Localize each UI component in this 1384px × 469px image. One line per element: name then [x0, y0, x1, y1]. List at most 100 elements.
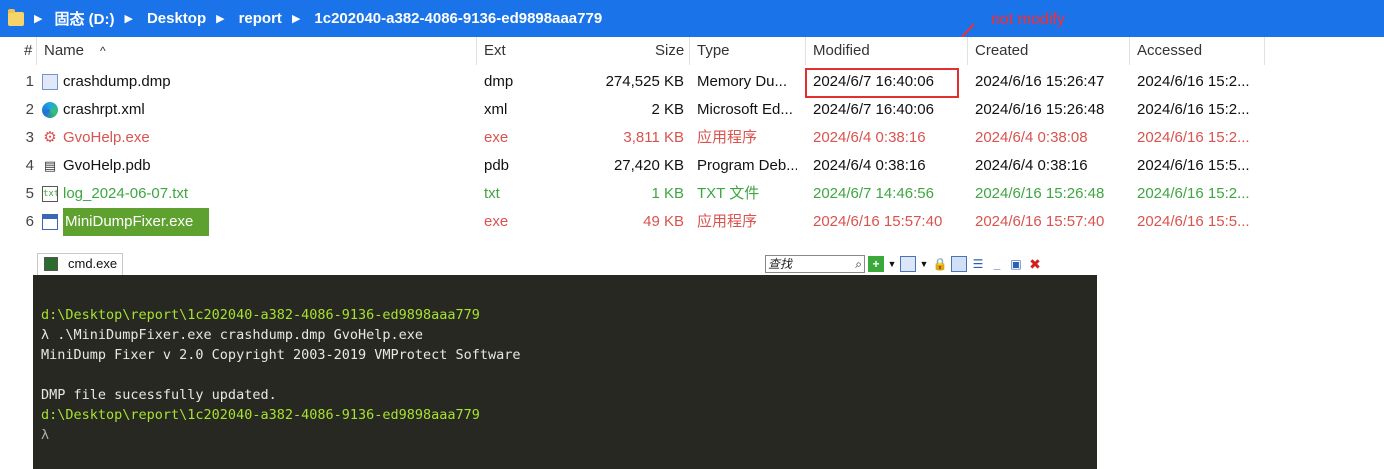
terminal-tab-label: cmd.exe: [68, 256, 118, 271]
column-accessed[interactable]: Accessed: [1137, 37, 1202, 65]
file-modified: 2024/6/4 0:38:16: [813, 129, 926, 146]
chevron-down-icon[interactable]: ▼: [887, 256, 897, 272]
column-name[interactable]: Name: [44, 37, 84, 65]
file-created: 2024/6/16 15:57:40: [975, 213, 1105, 230]
minimize-button[interactable]: _: [989, 256, 1005, 272]
file-name[interactable]: GvoHelp.exe: [63, 124, 473, 152]
file-type: TXT 文件: [697, 185, 760, 202]
column-num[interactable]: #: [24, 37, 32, 65]
file-created: 2024/6/4 0:38:08: [975, 129, 1088, 146]
maximize-button[interactable]: ▣: [1008, 256, 1024, 272]
console-icon: [44, 257, 58, 271]
chevron-right-icon[interactable]: ▶: [124, 12, 132, 25]
file-accessed: 2024/6/16 15:5...: [1137, 157, 1250, 174]
search-icon[interactable]: ⌕: [855, 256, 862, 272]
file-type: Program Deb...: [697, 157, 797, 174]
table-row[interactable]: 5 txt log_2024-06-07.txt txt 1 KB TXT 文件…: [0, 180, 1384, 208]
breadcrumb-desktop[interactable]: Desktop: [147, 10, 206, 27]
chevron-right-icon[interactable]: ▶: [216, 12, 224, 25]
console-prompt: λ: [41, 427, 50, 443]
column-divider: [805, 37, 806, 65]
file-size: 49 KB: [643, 213, 684, 230]
file-name[interactable]: log_2024-06-07.txt: [63, 180, 473, 208]
column-divider: [689, 37, 690, 65]
console-line: d:\Desktop\report\1c202040-a382-4086-913…: [41, 407, 480, 423]
row-number: 2: [25, 101, 34, 118]
console-line: d:\Desktop\report\1c202040-a382-4086-913…: [41, 307, 480, 323]
column-divider: [1264, 37, 1265, 65]
file-accessed: 2024/6/16 15:5...: [1137, 213, 1250, 230]
selection-mode-button[interactable]: [951, 256, 967, 272]
terminal-tab[interactable]: cmd.exe: [37, 253, 123, 275]
column-modified[interactable]: Modified: [813, 37, 870, 65]
column-divider: [476, 37, 477, 65]
file-size: 27,420 KB: [613, 157, 684, 174]
file-name-selected[interactable]: MiniDumpFixer.exe: [63, 208, 473, 236]
column-size[interactable]: Size: [655, 37, 684, 65]
file-modified: 2024/6/16 15:57:40: [813, 213, 943, 230]
breadcrumb-report[interactable]: report: [239, 10, 282, 27]
file-name[interactable]: GvoHelp.pdb: [63, 152, 473, 180]
breadcrumb: ▶ 固态 (D:) ▶ Desktop ▶ report ▶ 1c202040-…: [0, 0, 1384, 37]
column-divider: [36, 37, 37, 65]
chevron-right-icon[interactable]: ▶: [34, 12, 42, 25]
file-type: Microsoft Ed...: [697, 101, 793, 118]
file-type: 应用程序: [697, 129, 758, 146]
file-accessed: 2024/6/16 15:2...: [1137, 185, 1250, 202]
file-size: 274,525 KB: [605, 73, 684, 90]
console-line: MiniDump Fixer v 2.0 Copyright 2003-2019…: [41, 347, 521, 363]
console-line: DMP file sucessfully updated.: [41, 387, 277, 403]
folder-icon: [8, 8, 24, 26]
txt-file-icon: txt: [42, 186, 58, 202]
annotation-highlight-box: [805, 68, 959, 98]
row-number: 4: [25, 157, 34, 174]
chevron-down-icon[interactable]: ▼: [919, 256, 929, 272]
table-row[interactable]: 2 crashrpt.xml xml 2 KB Microsoft Ed... …: [0, 96, 1384, 124]
row-number: 6: [25, 213, 34, 230]
column-ext[interactable]: Ext: [484, 37, 506, 65]
lock-icon[interactable]: 🔒: [932, 256, 948, 272]
search-placeholder: 查找: [768, 257, 793, 271]
new-console-button[interactable]: +: [868, 256, 884, 272]
window-exe-icon: [42, 214, 58, 230]
console-line: λ .\MiniDumpFixer.exe crashdump.dmp GvoH…: [41, 327, 424, 343]
pdb-file-icon: ▤: [43, 158, 57, 173]
file-accessed: 2024/6/16 15:2...: [1137, 101, 1250, 118]
close-button[interactable]: ✖: [1027, 256, 1043, 272]
row-number: 3: [25, 129, 34, 146]
selected-file-name[interactable]: MiniDumpFixer.exe: [63, 208, 210, 236]
chevron-right-icon[interactable]: ▶: [292, 12, 300, 25]
file-size: 2 KB: [651, 101, 684, 118]
file-type: 应用程序: [697, 213, 758, 230]
file-created: 2024/6/16 15:26:47: [975, 73, 1105, 90]
dump-file-icon: [42, 74, 58, 90]
table-row[interactable]: 1 crashdump.dmp dmp 274,525 KB Memory Du…: [0, 68, 1384, 96]
column-created[interactable]: Created: [975, 37, 1028, 65]
exe-gear-icon: ⚙: [43, 130, 57, 146]
terminal-search-input[interactable]: 查找 ⌕: [765, 255, 865, 273]
breadcrumb-drive[interactable]: 固态 (D:): [54, 8, 114, 29]
file-name[interactable]: crashdump.dmp: [63, 68, 473, 96]
row-number: 1: [25, 73, 34, 90]
file-accessed: 2024/6/16 15:2...: [1137, 129, 1250, 146]
annotation-label: not modify: [991, 11, 1065, 28]
split-pane-button[interactable]: [900, 256, 916, 272]
file-modified: 2024/6/4 0:38:16: [813, 157, 926, 174]
file-size: 3,811 KB: [623, 129, 684, 146]
table-row[interactable]: 6 MiniDumpFixer.exe exe 49 KB 应用程序 2024/…: [0, 208, 1384, 236]
file-name[interactable]: crashrpt.xml: [63, 96, 473, 124]
column-header: # Name ^ Ext Size Type Modified Created …: [0, 37, 1384, 65]
console-output[interactable]: d:\Desktop\report\1c202040-a382-4086-913…: [33, 275, 1097, 469]
menu-icon[interactable]: ☰: [970, 256, 986, 272]
table-row[interactable]: 3 ⚙ GvoHelp.exe exe 3,811 KB 应用程序 2024/6…: [0, 124, 1384, 152]
file-created: 2024/6/16 15:26:48: [975, 185, 1105, 202]
file-size: 1 KB: [651, 185, 684, 202]
edge-icon: [42, 102, 58, 118]
column-type[interactable]: Type: [697, 37, 730, 65]
terminal-toolbar: 查找 ⌕ + ▼ ▼ 🔒 ☰ _ ▣ ✖: [765, 254, 1043, 274]
breadcrumb-folder[interactable]: 1c202040-a382-4086-9136-ed9898aaa779: [314, 10, 602, 27]
file-accessed: 2024/6/16 15:2...: [1137, 73, 1250, 90]
column-divider: [967, 37, 968, 65]
file-list: 1 crashdump.dmp dmp 274,525 KB Memory Du…: [0, 68, 1384, 236]
table-row[interactable]: 4 ▤ GvoHelp.pdb pdb 27,420 KB Program De…: [0, 152, 1384, 180]
